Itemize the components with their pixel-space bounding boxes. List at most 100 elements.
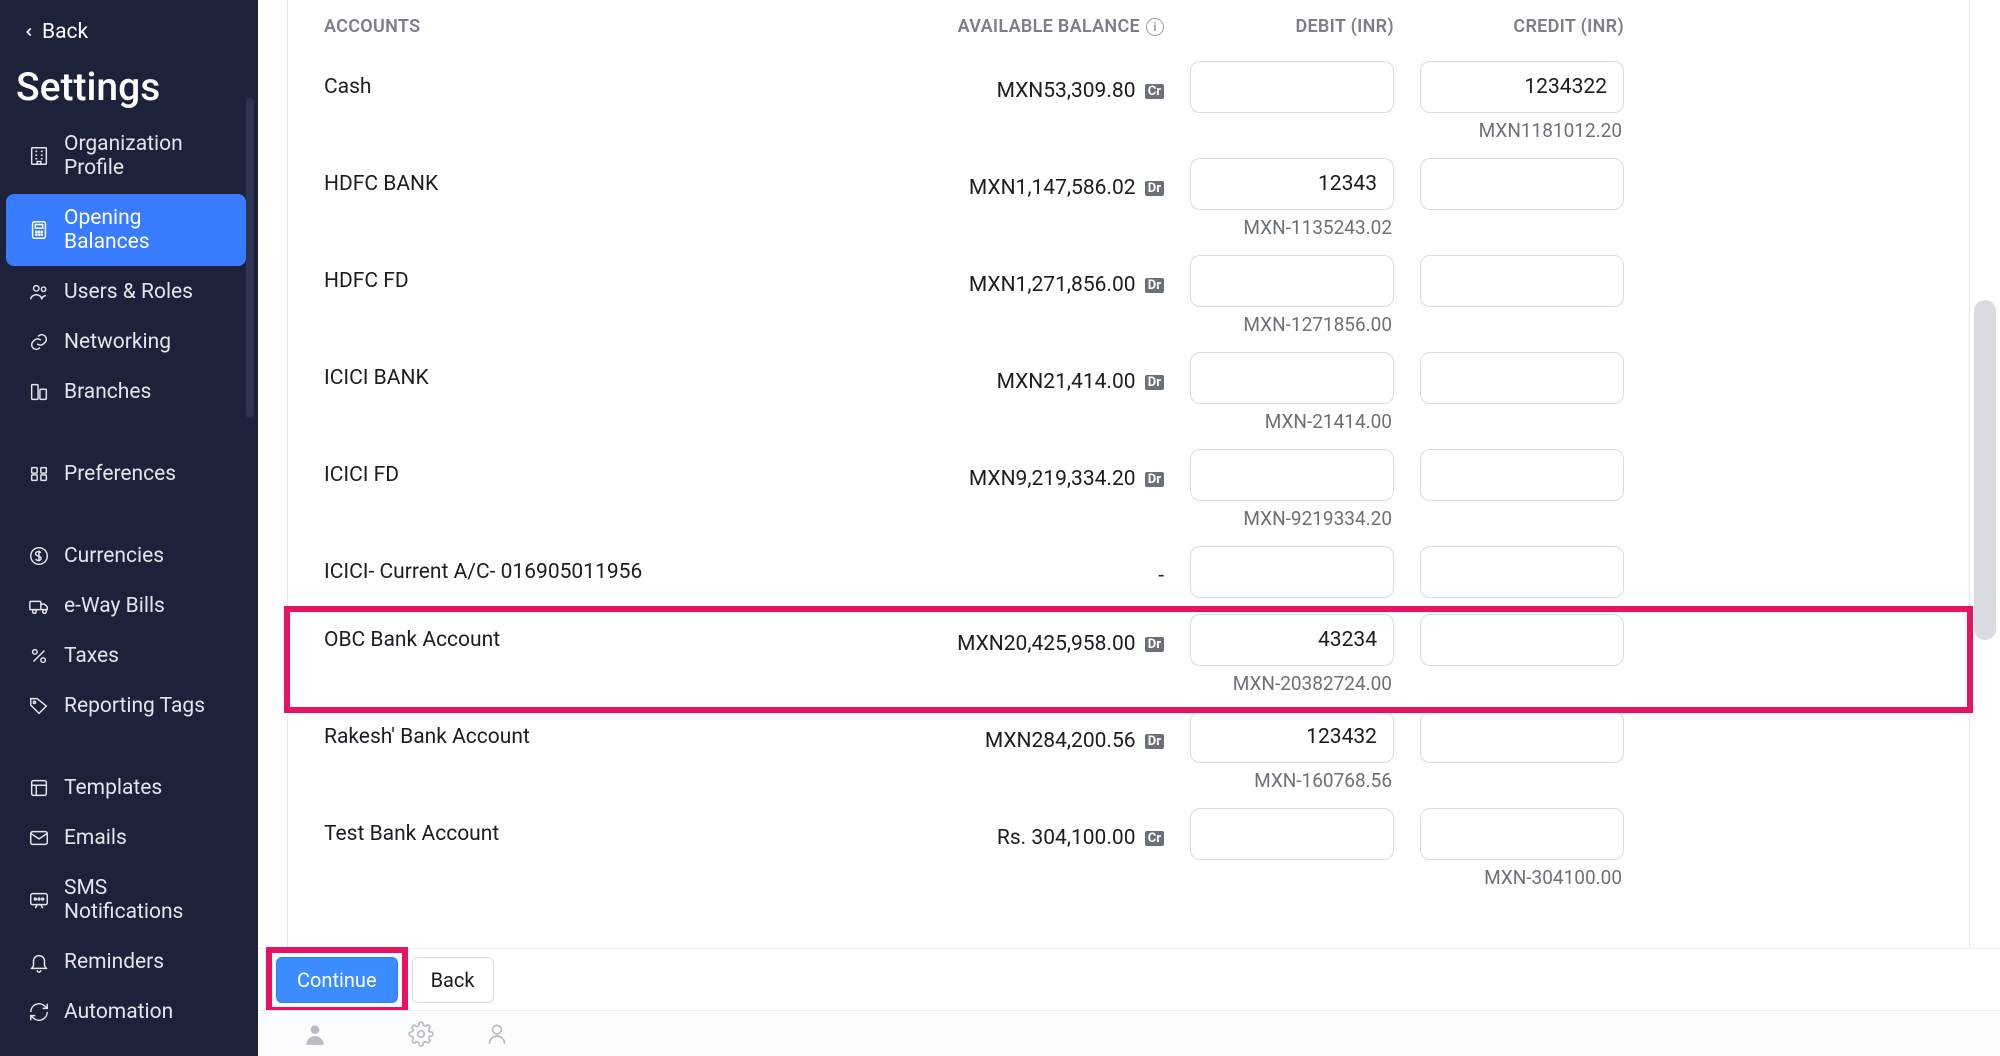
sidebar-item-sms-notifications[interactable]: SMS Notifications — [6, 864, 246, 936]
debit-input[interactable] — [1190, 711, 1394, 763]
sidebar-item-opening-balances[interactable]: Opening Balances — [6, 194, 246, 266]
table-header: ACCOUNTS AVAILABLE BALANCE i DEBIT (INR)… — [288, 0, 1969, 57]
debit-input[interactable] — [1190, 546, 1394, 598]
sidebar-item-label: Branches — [64, 380, 151, 404]
credit-input[interactable] — [1420, 449, 1624, 501]
gear-icon — [408, 1021, 434, 1047]
drcr-badge: Cr — [1145, 831, 1164, 846]
credit-cell — [1394, 158, 1624, 210]
sidebar-item-emails[interactable]: Emails — [6, 814, 246, 862]
layout-icon — [28, 777, 50, 799]
credit-input[interactable] — [1420, 808, 1624, 860]
available-balance: Rs. 304,100.00 Cr — [824, 808, 1164, 850]
sidebar-item-label: Taxes — [64, 644, 119, 668]
opening-balances-card: ACCOUNTS AVAILABLE BALANCE i DEBIT (INR)… — [287, 0, 1970, 958]
sidebar-item-preferences[interactable]: Preferences — [6, 450, 246, 498]
credit-input[interactable] — [1420, 711, 1624, 763]
credit-input[interactable] — [1420, 546, 1624, 598]
header-available-balance: AVAILABLE BALANCE i — [824, 16, 1164, 37]
credit-helper: MXN1181012.20 — [1479, 119, 1624, 142]
drcr-badge: Dr — [1145, 278, 1164, 293]
sidebar-item-reporting-tags[interactable]: Reporting Tags — [6, 682, 246, 730]
credit-input[interactable] — [1420, 61, 1624, 113]
credit-input[interactable] — [1420, 352, 1624, 404]
sidebar-nav: Organization Profile Opening Balances Us… — [0, 118, 252, 1056]
sidebar-item-label: Reporting Tags — [64, 694, 205, 718]
tag-icon — [28, 695, 50, 717]
debit-cell — [1164, 546, 1394, 598]
sidebar-item-eway-bills[interactable]: e-Way Bills — [6, 582, 246, 630]
back-label: Back — [42, 20, 88, 44]
sidebar-item-organization-profile[interactable]: Organization Profile — [6, 120, 246, 192]
sidebar-item-label: Networking — [64, 330, 171, 354]
account-name: HDFC FD — [324, 255, 824, 293]
table-row: CashMXN53,309.80 Cr MXN1181012.20 — [288, 57, 1969, 154]
drcr-badge: Dr — [1145, 472, 1164, 487]
building-icon — [28, 145, 50, 167]
sidebar-item-templates[interactable]: Templates — [6, 764, 246, 812]
sidebar-item-label: Emails — [64, 826, 127, 850]
credit-input[interactable] — [1420, 614, 1624, 666]
mail-icon — [28, 827, 50, 849]
continue-button[interactable]: Continue — [276, 957, 398, 1003]
sidebar-item-users-roles[interactable]: Users & Roles — [6, 268, 246, 316]
sidebar-item-branches[interactable]: Branches — [6, 368, 246, 416]
app-footer-bar — [258, 1010, 2000, 1056]
debit-cell: MXN-21414.00 — [1164, 352, 1394, 433]
debit-input[interactable] — [1190, 614, 1394, 666]
back-link[interactable]: Back — [0, 10, 258, 54]
sidebar-item-label: Organization Profile — [64, 132, 224, 180]
drcr-badge: Dr — [1145, 181, 1164, 196]
debit-input[interactable] — [1190, 255, 1394, 307]
avatar-icon — [302, 1021, 328, 1047]
info-icon[interactable]: i — [1146, 18, 1164, 36]
debit-input[interactable] — [1190, 449, 1394, 501]
sidebar-item-taxes[interactable]: Taxes — [6, 632, 246, 680]
available-balance: MXN1,271,856.00 Dr — [824, 255, 1164, 297]
back-button[interactable]: Back — [412, 957, 494, 1003]
account-name: HDFC BANK — [324, 158, 824, 196]
credit-input[interactable] — [1420, 255, 1624, 307]
sidebar-item-reminders[interactable]: Reminders — [6, 938, 246, 986]
debit-helper: MXN-21414.00 — [1265, 410, 1394, 433]
header-debit: DEBIT (INR) — [1164, 16, 1394, 37]
sidebar-item-label: Currencies — [64, 544, 164, 568]
content-scrollbar[interactable] — [1974, 300, 1996, 640]
sidebar-item-label: Automation — [64, 1000, 173, 1024]
debit-input[interactable] — [1190, 61, 1394, 113]
currency-icon — [28, 545, 50, 567]
credit-cell — [1394, 449, 1624, 501]
available-balance: MXN21,414.00 Dr — [824, 352, 1164, 394]
settings-sidebar: Back Settings Organization Profile Openi… — [0, 0, 258, 1056]
account-name: Cash — [324, 61, 824, 99]
account-name: ICICI FD — [324, 449, 824, 487]
debit-cell — [1164, 808, 1394, 860]
account-name: ICICI- Current A/C- 016905011956 — [324, 546, 824, 584]
credit-input[interactable] — [1420, 158, 1624, 210]
debit-input[interactable] — [1190, 352, 1394, 404]
available-balance: MXN284,200.56 Dr — [824, 711, 1164, 753]
available-balance: MXN9,219,334.20 Dr — [824, 449, 1164, 491]
account-name: ICICI BANK — [324, 352, 824, 390]
sidebar-item-label: Users & Roles — [64, 280, 193, 304]
sidebar-item-automation[interactable]: Automation — [6, 988, 246, 1036]
table-row: Rakesh' Bank AccountMXN284,200.56 DrMXN-… — [288, 707, 1969, 804]
debit-helper: MXN-160768.56 — [1254, 769, 1394, 792]
available-balance: MXN53,309.80 Cr — [824, 61, 1164, 103]
sidebar-scrollbar[interactable] — [246, 98, 254, 418]
credit-helper: MXN-304100.00 — [1484, 866, 1624, 889]
main-content: ACCOUNTS AVAILABLE BALANCE i DEBIT (INR)… — [258, 0, 2000, 1056]
available-balance: - — [824, 546, 1164, 588]
table-row: ICICI- Current A/C- 016905011956- — [288, 542, 1969, 610]
sidebar-item-currencies[interactable]: Currencies — [6, 532, 246, 580]
sidebar-item-networking[interactable]: Networking — [6, 318, 246, 366]
debit-input[interactable] — [1190, 158, 1394, 210]
debit-input[interactable] — [1190, 808, 1394, 860]
debit-cell: MXN-9219334.20 — [1164, 449, 1394, 530]
table-row: ICICI FDMXN9,219,334.20 DrMXN-9219334.20 — [288, 445, 1969, 542]
debit-helper: MXN-1135243.02 — [1243, 216, 1394, 239]
sidebar-item-label: Reminders — [64, 950, 164, 974]
credit-cell — [1394, 546, 1624, 598]
credit-cell — [1394, 614, 1624, 666]
person-icon[interactable] — [484, 1021, 510, 1047]
